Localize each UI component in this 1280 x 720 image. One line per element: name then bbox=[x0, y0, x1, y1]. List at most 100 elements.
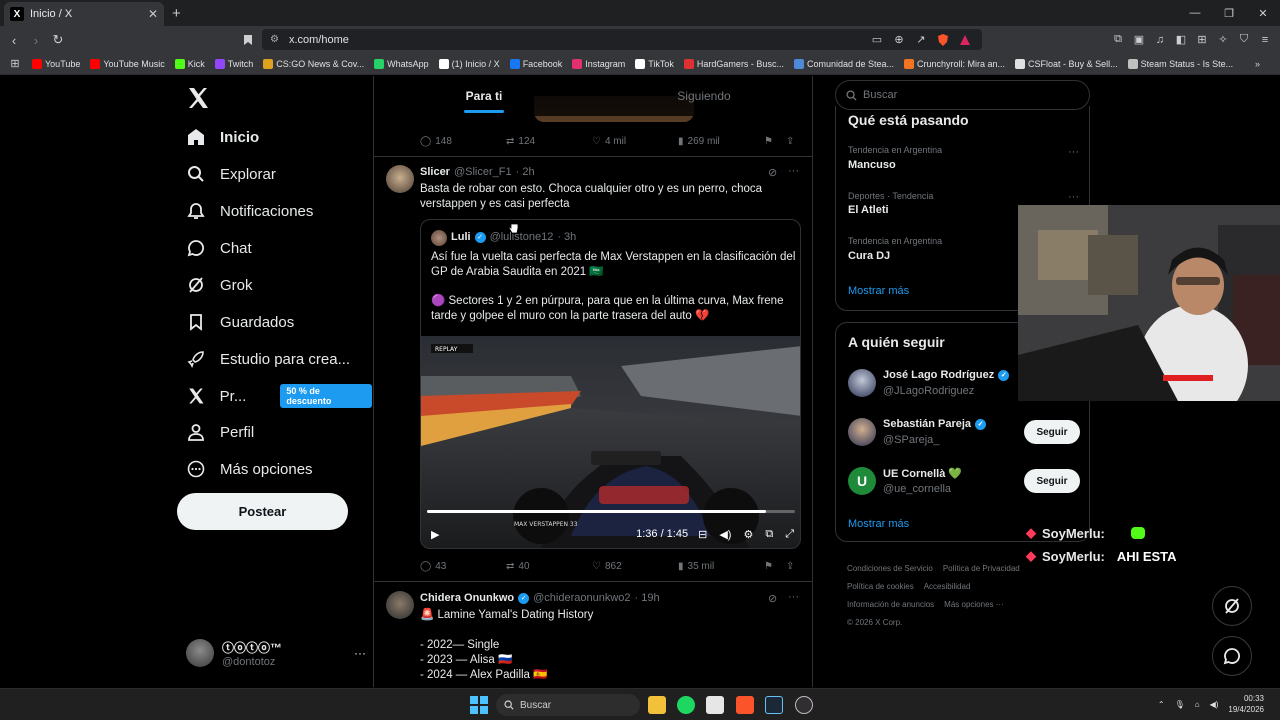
footer-link[interactable]: Condiciones de Servicio bbox=[847, 564, 933, 573]
reply-button[interactable]: ◯ 43 bbox=[420, 561, 506, 572]
minimize-icon[interactable]: — bbox=[1178, 0, 1212, 26]
play-icon[interactable]: ▶ bbox=[431, 528, 439, 541]
tab-close-icon[interactable]: ✕ bbox=[148, 7, 158, 21]
bookmark-page-icon[interactable] bbox=[241, 33, 255, 47]
quoted-tweet[interactable]: Luli ✓ @lulistone12 · 3h Así fue la vuel… bbox=[420, 219, 801, 549]
nav-item-creator-studio[interactable]: Estudio para crea... bbox=[186, 344, 350, 374]
cast-icon[interactable]: ▭ bbox=[870, 33, 884, 47]
snipping-tool-icon[interactable] bbox=[706, 696, 724, 714]
brave-rewards-icon[interactable] bbox=[958, 33, 972, 47]
trend-item[interactable]: Mancuso bbox=[848, 159, 896, 171]
footer-link[interactable]: Más opciones ··· bbox=[944, 600, 1004, 609]
menu-icon[interactable]: ≡ bbox=[1258, 33, 1272, 47]
grok-fab[interactable] bbox=[1212, 586, 1252, 626]
start-icon[interactable] bbox=[470, 696, 488, 714]
bookmark-item[interactable]: Facebook bbox=[509, 58, 562, 69]
sidebar-icon[interactable]: ◧ bbox=[1174, 33, 1188, 47]
bookmark-item[interactable]: TikTok bbox=[635, 58, 674, 69]
new-tab-icon[interactable]: + bbox=[172, 5, 181, 22]
bookmark-item[interactable]: Steam Status - Is Ste... bbox=[1127, 58, 1233, 69]
follow-button[interactable]: Seguir bbox=[1024, 420, 1080, 444]
share-button[interactable]: ⇪ bbox=[786, 136, 794, 147]
post-button[interactable]: Postear bbox=[177, 493, 348, 530]
chevron-up-icon[interactable]: ⌃ bbox=[1158, 700, 1165, 709]
clock[interactable]: 00:33 19/4/2026 bbox=[1228, 693, 1264, 715]
video-player[interactable]: REPLAY MAX VERSTAPPEN 33 ▶ 1:36 / 1:45 ⊟… bbox=[421, 336, 800, 548]
bookmark-item[interactable]: YouTube bbox=[32, 58, 80, 69]
bookmark-button[interactable]: ⚑ bbox=[764, 561, 786, 572]
more-dots-icon[interactable]: ··· bbox=[788, 591, 799, 603]
author-name[interactable]: Slicer bbox=[420, 166, 450, 178]
bookmark-item[interactable]: Comunidad de Stea... bbox=[793, 58, 894, 69]
maximize-icon[interactable]: ❐ bbox=[1212, 0, 1246, 26]
footer-link[interactable]: Política de Privacidad bbox=[943, 564, 1020, 573]
nav-item-premium[interactable]: Pr... 50 % de descuento bbox=[186, 381, 372, 411]
trend-item[interactable]: El Atleti bbox=[848, 204, 889, 216]
avatar[interactable] bbox=[386, 591, 414, 619]
follow-suggestion[interactable]: U UE Cornellà 💚 @ue_cornella Seguir bbox=[848, 465, 1080, 501]
site-info-icon[interactable]: ⚙ bbox=[270, 34, 279, 45]
like-button[interactable]: ♡ 862 bbox=[592, 561, 678, 572]
bookmark-item[interactable]: Twitch bbox=[214, 58, 253, 69]
settings-icon[interactable]: ⚙ bbox=[743, 528, 753, 541]
footer-link[interactable]: Información de anuncios bbox=[847, 600, 934, 609]
fullscreen-icon[interactable]: ⤢ bbox=[785, 528, 794, 541]
brave-icon[interactable] bbox=[736, 696, 754, 714]
browser-tab[interactable]: X Inicio / X ✕ bbox=[4, 2, 164, 26]
microphone-icon[interactable]: 🎙 bbox=[1175, 700, 1185, 709]
captions-icon[interactable]: ⊟ bbox=[698, 528, 707, 541]
nav-item-more[interactable]: Más opciones bbox=[186, 454, 313, 484]
nav-item-explore[interactable]: Explorar bbox=[186, 159, 276, 189]
bookmark-item[interactable]: HardGamers - Busc... bbox=[683, 58, 784, 69]
views-button[interactable]: ▮ 35 mil bbox=[678, 561, 764, 572]
volume-icon[interactable]: ◀) bbox=[719, 528, 731, 541]
repost-button[interactable]: ⇄ 40 bbox=[506, 561, 592, 572]
apps-icon[interactable]: ⊞ bbox=[8, 57, 22, 71]
bookmark-item[interactable]: CSFloat - Buy & Sell... bbox=[1015, 58, 1118, 69]
bookmarks-overflow-icon[interactable]: » bbox=[1255, 59, 1260, 69]
messages-fab[interactable] bbox=[1212, 636, 1252, 676]
grok-icon[interactable]: ⊘ bbox=[768, 592, 777, 605]
share-icon[interactable]: ↗ bbox=[914, 33, 928, 47]
video-progress[interactable] bbox=[427, 510, 795, 513]
x-logo-icon[interactable] bbox=[186, 86, 210, 110]
bookmark-button[interactable]: ⚑ bbox=[764, 136, 786, 147]
author-handle[interactable]: @Slicer_F1 bbox=[454, 166, 512, 178]
tabs-icon[interactable]: ⊞ bbox=[1195, 33, 1209, 47]
follow-button[interactable]: Seguir bbox=[1024, 469, 1080, 493]
tab-following[interactable]: Siguiendo bbox=[594, 76, 812, 116]
share-button[interactable]: ⇪ bbox=[786, 561, 794, 572]
brave-shield-icon[interactable] bbox=[936, 33, 950, 47]
more-dots-icon[interactable]: ··· bbox=[788, 165, 799, 177]
repost-button[interactable]: ⇄ 124 bbox=[506, 136, 592, 147]
reload-icon[interactable]: ↻ bbox=[48, 30, 68, 50]
bookmark-item[interactable]: Kick bbox=[174, 58, 205, 69]
music-icon[interactable]: ♫ bbox=[1153, 33, 1167, 47]
extensions-icon[interactable]: ⧉ bbox=[1111, 33, 1125, 47]
nav-item-profile[interactable]: Perfil bbox=[186, 417, 254, 447]
bookmark-item[interactable]: WhatsApp bbox=[374, 58, 429, 69]
nav-item-home[interactable]: Inicio bbox=[186, 122, 259, 152]
forward-icon[interactable]: › bbox=[26, 30, 46, 50]
leo-ai-icon[interactable]: ✧ bbox=[1216, 33, 1230, 47]
author-name[interactable]: Chidera Onunkwo bbox=[420, 592, 514, 604]
file-explorer-icon[interactable] bbox=[648, 696, 666, 714]
obs-icon[interactable] bbox=[795, 696, 813, 714]
more-dots-icon[interactable]: ··· bbox=[354, 646, 366, 660]
trend-item[interactable]: Cura DJ bbox=[848, 250, 890, 262]
avatar[interactable] bbox=[386, 165, 414, 193]
show-more-link[interactable]: Mostrar más bbox=[848, 285, 909, 297]
bookmark-item[interactable]: (1) Inicio / X bbox=[438, 58, 500, 69]
footer-link[interactable]: Accesibilidad bbox=[924, 582, 971, 591]
account-switcher[interactable]: ⓣⓞⓣⓞ™ @dontotoz ··· bbox=[186, 636, 366, 670]
spotify-icon[interactable] bbox=[677, 696, 695, 714]
wallet-icon[interactable]: ▣ bbox=[1132, 33, 1146, 47]
follow-suggestion[interactable]: Sebastián Pareja ✓ @SPareja_ Seguir bbox=[848, 416, 1080, 452]
taskbar-search[interactable]: Buscar bbox=[496, 694, 640, 716]
pip-icon[interactable]: ⧉ bbox=[765, 528, 773, 541]
nav-item-bookmarks[interactable]: Guardados bbox=[186, 307, 294, 337]
nav-item-notifications[interactable]: Notificaciones bbox=[186, 196, 313, 226]
zoom-icon[interactable]: ⊕ bbox=[892, 33, 906, 47]
close-window-icon[interactable]: ✕ bbox=[1246, 0, 1280, 26]
bookmark-item[interactable]: YouTube Music bbox=[90, 58, 165, 69]
